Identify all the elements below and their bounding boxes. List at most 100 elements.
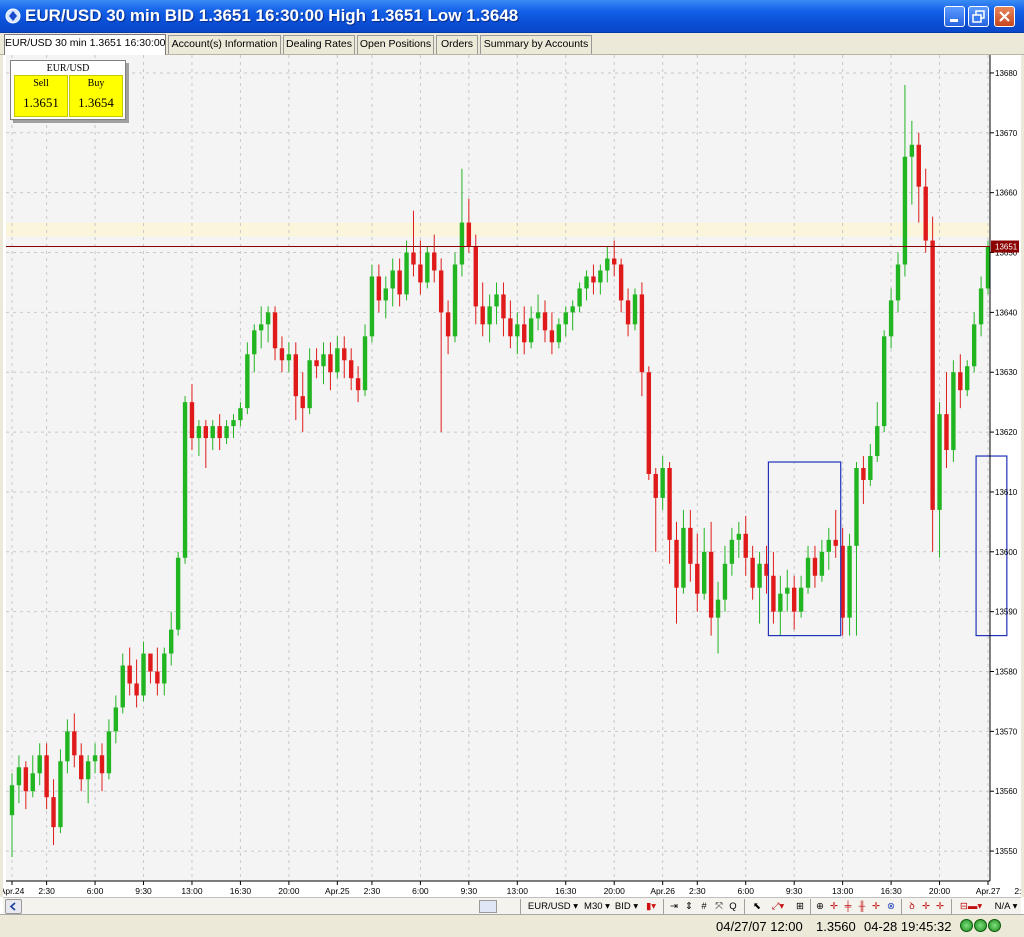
candle-bear [771,575,776,612]
candle-bear [743,533,748,558]
channel-icon[interactable]: ✛ [870,899,882,914]
candle-bear [916,144,921,187]
candle-bull [487,306,492,325]
restore-button[interactable] [968,6,989,27]
trendline-icon[interactable]: ⤢▾ [766,899,790,914]
cursor-time: 04/27/07 12:00 [716,919,803,934]
buy-quote-button[interactable]: Buy 1.3654 [69,75,123,117]
candle-bull [722,563,728,600]
scale-select[interactable]: N/A ▾ [991,899,1021,914]
x-tick-label: Apr.26 [650,886,675,896]
connection-status [960,919,1002,935]
sell-quote-button[interactable]: Sell 1.3651 [14,75,68,117]
candle-bear [127,665,132,684]
close-button[interactable] [994,6,1015,27]
candle-bull [632,294,638,325]
tab-open-positions[interactable]: Open Positions [357,35,434,54]
y-tick-label: 13610 [995,488,1018,497]
period-select[interactable]: M30 ▾ [582,899,612,914]
candle-bull [757,563,762,588]
candle-bull [681,527,686,588]
x-tick-label: 16:30 [555,886,577,896]
scale-select-value: N/A [994,901,1010,912]
x-tick-label: 13:00 [832,886,854,896]
scroll-left-button[interactable] [5,899,22,914]
quote-icon[interactable]: Q [728,899,738,914]
candle-bull [778,593,783,612]
y-tick-label: 13640 [995,308,1018,317]
candle-bull [736,533,742,540]
tab-orders[interactable]: Orders [436,35,478,54]
vertical-line-icon[interactable]: ╫ [856,899,868,914]
candle-bull [120,665,125,708]
candle-bear [23,767,29,792]
candle-bear [653,473,658,498]
candle-bear [674,539,679,588]
x-tick-label: 2:30 [689,886,706,896]
grid-icon[interactable]: # [698,899,710,914]
price-chart[interactable]: 1368013670136601365013640136301362013610… [3,55,1021,897]
candle-bull [404,252,409,295]
cursor-price: 1.3560 [816,919,856,934]
x-tick-label: 9:30 [135,886,152,896]
candle-style-icon[interactable]: ▮▾ [642,899,660,914]
candle-bull [30,773,35,792]
text-label-icon[interactable]: ꝺ [906,899,918,914]
buy-label: Buy [87,78,105,89]
crosshair-toggle-icon[interactable]: ⤧ [713,899,725,914]
tab-chart[interactable]: EUR/USD 30 min 1.3651 16:30:00 [4,34,166,55]
candle-bull [141,653,146,696]
crosshair-icon[interactable]: ✛ [828,899,840,914]
candle-bear [342,348,347,361]
tab-summary-by-accounts[interactable]: Summary by Accounts [480,35,592,54]
candle-bull [37,755,42,774]
sell-label: Sell [33,78,49,89]
scroll-thumb[interactable] [479,900,497,913]
candle-bear [501,294,506,319]
price-select[interactable]: BID ▾ [613,899,640,914]
candle-bull [902,156,908,265]
candle-bull [556,324,562,343]
tab-label: EUR/USD 30 min 1.3651 16:30:00 [5,37,166,49]
indicator-menu-icon[interactable]: ⊟▬▾ [955,899,987,914]
candle-bear [445,312,451,337]
zoom-out-icon[interactable]: ⊗ [884,899,898,914]
candle-bull [245,354,250,409]
horizontal-line-icon[interactable]: ╪ [842,899,854,914]
candle-bear [508,318,513,337]
candle-bear [279,348,285,361]
title-bar: EUR/USD 30 min BID 1.3651 16:30:00 High … [0,0,1024,33]
tab-label: Dealing Rates [286,38,352,50]
candle-bull [854,468,859,546]
zoom-in-icon[interactable]: ⊕ [813,899,827,914]
tab-bar: EUR/USD 30 min 1.3651 16:30:00 Account(s… [0,33,1024,55]
y-tick-label: 13580 [995,668,1018,677]
candle-bear [72,731,77,756]
chart-area[interactable]: 13680 13670 13660 13650 13640 13630 13620 13610… [0,55,1024,897]
candle-bear [833,539,838,546]
x-tick-label: 2:30 [364,886,381,896]
y-tick-label: 13560 [995,787,1018,796]
zoom-fit-icon[interactable]: ⇥ [668,899,680,914]
x-tick-label: 9:30 [461,886,478,896]
pointer-icon[interactable]: ⬉ [750,899,764,914]
candle-bull [335,348,340,373]
pitchfork-icon[interactable]: ✛ [934,899,946,914]
app-logo-icon [5,8,21,24]
restore-icon [972,10,985,23]
symbol-select[interactable]: EUR/USD ▾ [526,899,580,914]
vertical-scale-icon[interactable]: ⇕ [683,899,695,914]
tab-accounts-information[interactable]: Account(s) Information [168,35,281,54]
tab-dealing-rates[interactable]: Dealing Rates [283,35,355,54]
tab-label: Summary by Accounts [483,38,589,50]
candle-bull [951,372,956,451]
candle-bear [148,653,153,672]
candle-bear [99,755,105,774]
fibonacci-icon[interactable]: ⊞ [793,899,807,914]
candle-bear [79,755,84,780]
arrow-marker-icon[interactable]: ✛ [920,899,932,914]
minimize-button[interactable] [944,6,965,27]
y-tick-label: 13660 [995,189,1018,198]
candle-bull [729,539,735,564]
candle-bull [383,288,388,301]
